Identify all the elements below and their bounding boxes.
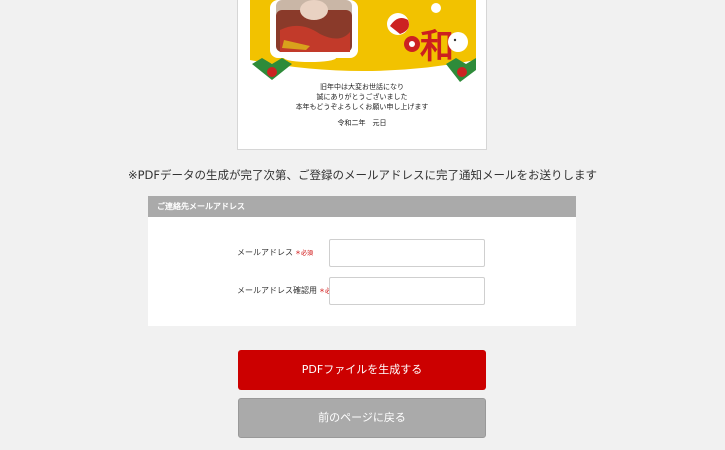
email-form-section: ご連絡先メールアドレス メールアドレス ＊必須 メールアドレス確認用 ＊必須 [148, 196, 576, 326]
email-confirm-input[interactable] [329, 277, 485, 305]
new-year-card-preview: 和 旧年中は大変お世話になり 誠にありがとうございました 本年もどうぞよろしくお… [237, 0, 487, 150]
required-mark: ＊必須 [295, 250, 314, 257]
card-greeting: 旧年中は大変お世話になり 誠にありがとうございました 本年もどうぞよろしくお願い… [238, 82, 486, 112]
email-confirm-row: メールアドレス確認用 ＊必須 [148, 277, 576, 305]
email-label: メールアドレス ＊必須 [237, 248, 314, 257]
generate-pdf-button[interactable]: PDFファイルを生成する [238, 350, 486, 390]
card-illustration: 和 [250, 0, 476, 84]
card-line-2: 誠にありがとうございました [316, 93, 408, 101]
card-kanji: 和 [420, 27, 454, 67]
back-button[interactable]: 前のページに戻る [238, 398, 486, 438]
pdf-notice-text: ※PDFデータの生成が完了次第、ご登録のメールアドレスに完了通知メールをお送りし… [127, 168, 598, 182]
card-date: 令和二年 元日 [337, 119, 387, 127]
section-header: ご連絡先メールアドレス [148, 196, 576, 217]
email-confirm-label: メールアドレス確認用 ＊必須 [237, 286, 338, 295]
card-line-1: 旧年中は大変お世話になり [320, 83, 404, 91]
email-row: メールアドレス ＊必須 [148, 239, 576, 267]
card-line-3: 本年もどうぞよろしくお願い申し上げます [295, 103, 429, 111]
email-input[interactable] [329, 239, 485, 267]
